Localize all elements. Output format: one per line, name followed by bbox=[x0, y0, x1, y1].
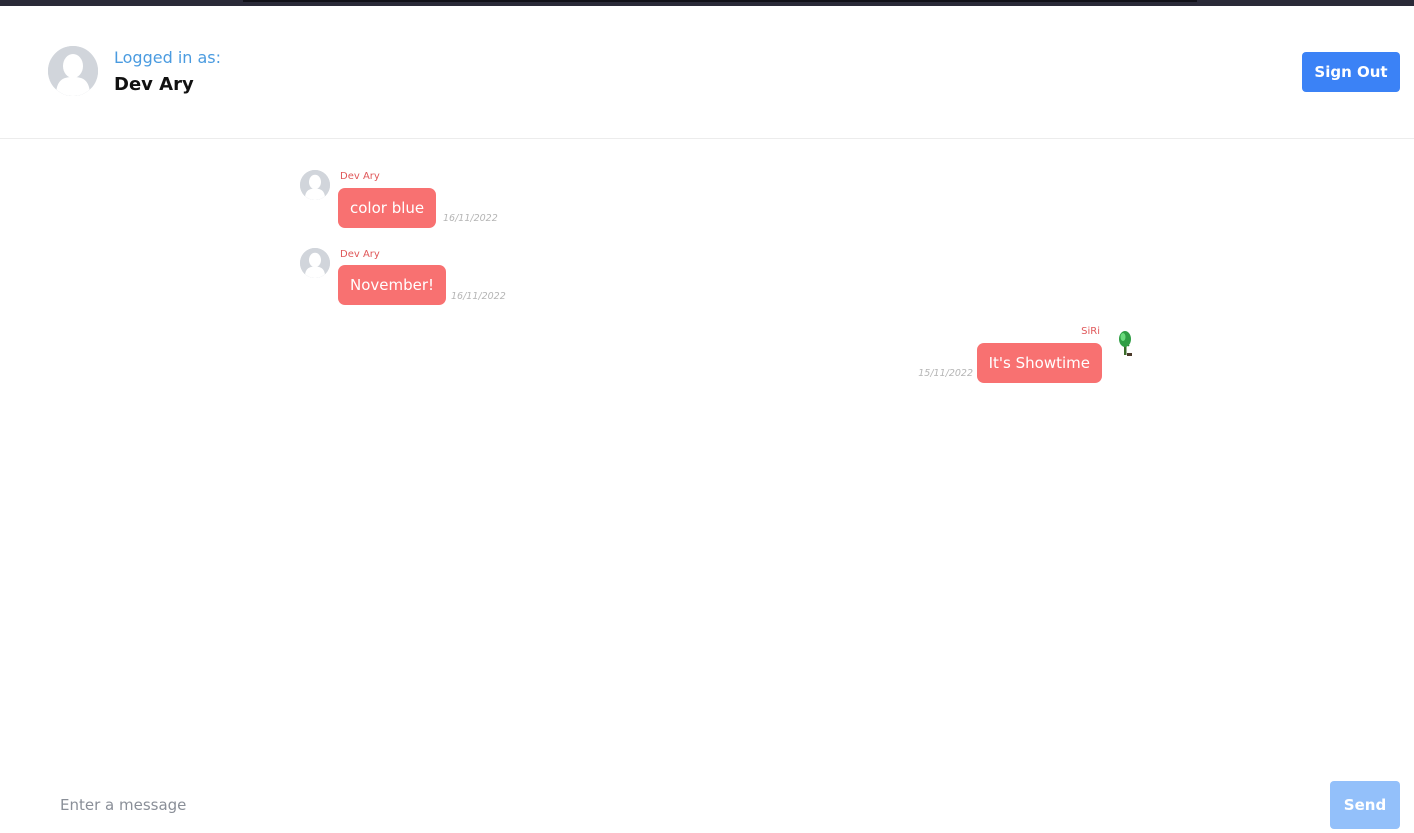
message-sender-name: SiRi bbox=[1081, 326, 1100, 337]
send-button[interactable]: Send bbox=[1330, 781, 1400, 829]
sign-out-button[interactable]: Sign Out bbox=[1302, 52, 1400, 92]
message-bubble: It's Showtime bbox=[976, 343, 1102, 383]
default-avatar-icon bbox=[300, 170, 330, 200]
header: Logged in as: Dev Ary Sign Out bbox=[0, 6, 1414, 139]
message-sender-name: Dev Ary bbox=[340, 249, 380, 260]
message-bubble: color blue bbox=[338, 188, 437, 228]
top-border-highlight bbox=[243, 0, 1197, 2]
message-sender-name: Dev Ary bbox=[340, 171, 380, 182]
message-date: 16/11/2022 bbox=[451, 291, 506, 302]
logged-in-label: Logged in as: bbox=[114, 48, 222, 67]
message-bubble: November! bbox=[338, 265, 447, 305]
message-date: 15/11/2022 bbox=[918, 368, 973, 379]
message-date: 16/11/2022 bbox=[443, 213, 498, 224]
default-avatar-icon bbox=[300, 248, 330, 278]
plant-avatar-icon bbox=[1114, 328, 1136, 358]
default-avatar-icon bbox=[48, 46, 98, 96]
logged-in-user-name: Dev Ary bbox=[114, 74, 194, 95]
message-input[interactable] bbox=[44, 781, 1314, 829]
